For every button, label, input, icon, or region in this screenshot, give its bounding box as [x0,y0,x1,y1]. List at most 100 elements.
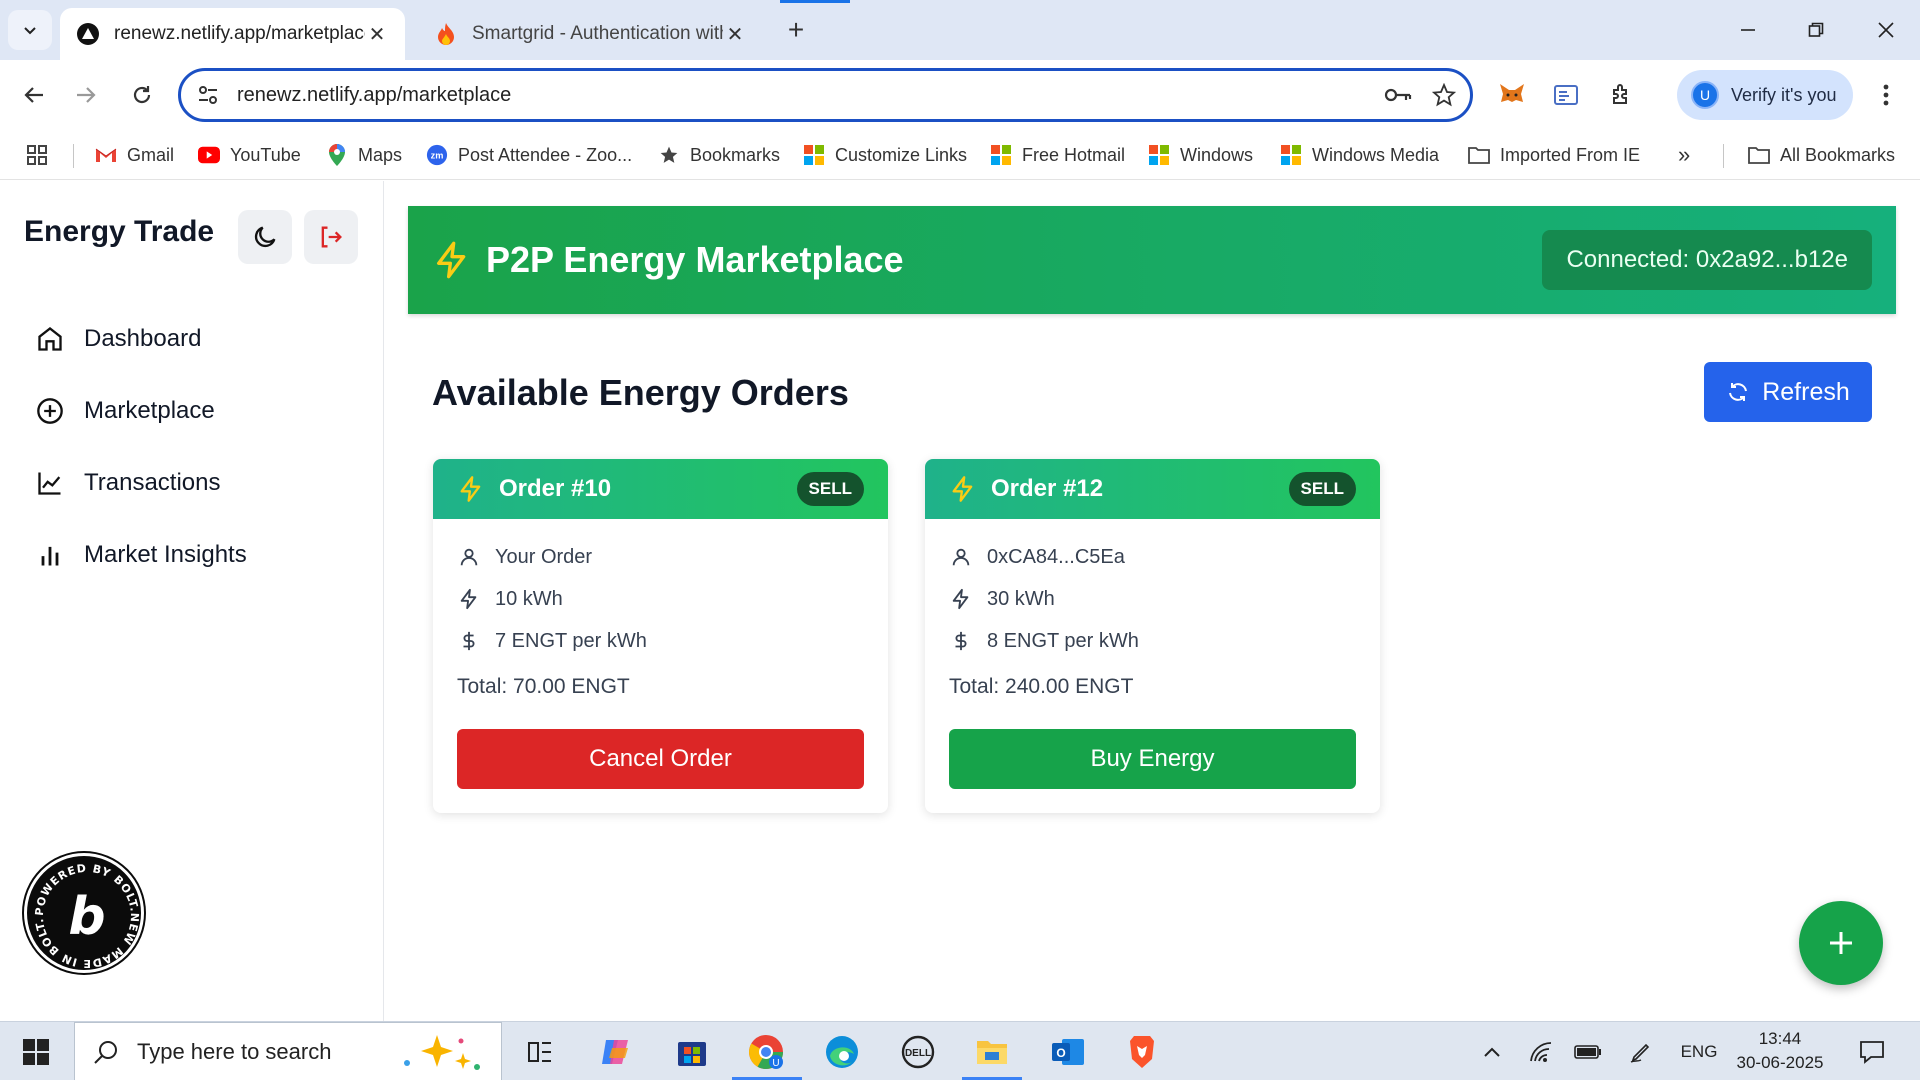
sidebar-item-dashboard[interactable]: Dashboard [34,319,201,359]
tab-smartgrid[interactable]: Smartgrid - Authentication with ✕ [418,8,763,60]
dark-mode-toggle[interactable] [238,210,292,264]
sidebar-item-label: Transactions [84,469,221,496]
apps-button[interactable] [26,142,48,168]
bookmark-windows-media[interactable]: Windows Media [1280,142,1439,168]
restore-button[interactable] [1796,12,1836,48]
create-order-button[interactable] [1799,901,1883,985]
refresh-button[interactable]: Refresh [1704,362,1872,422]
bookmark-maps[interactable]: Maps [326,142,402,168]
clock[interactable]: 13:44 30-06-2025 [1730,1027,1830,1075]
brave-app[interactable] [1120,1030,1164,1074]
bookmark-label: Maps [358,144,403,165]
browser-menu-button[interactable] [1868,75,1904,115]
bookmark-customize-links[interactable]: Customize Links [803,142,967,168]
notifications-button[interactable] [1852,1030,1892,1074]
bookmark-label: Windows Media [1312,144,1440,165]
bookmark-label: Gmail [127,144,175,165]
outlook-app[interactable]: O [1046,1030,1090,1074]
bookmark-youtube[interactable]: YouTube [198,142,301,168]
close-icon[interactable]: ✕ [723,22,747,46]
bolt-badge[interactable]: POWERED BY BOLT.NEW MADE IN BOLT.NEW b [20,846,144,973]
order-title: Order #12 [991,475,1104,502]
close-icon[interactable]: ✕ [365,22,389,46]
refresh-icon [1726,380,1750,404]
site-settings-icon[interactable] [197,84,219,106]
copilot-app[interactable] [594,1030,638,1074]
forward-button[interactable] [66,75,106,115]
new-tab-button[interactable]: + [780,14,812,46]
battery-status[interactable] [1570,1030,1606,1074]
file-explorer-app[interactable] [970,1030,1014,1074]
bookmark-bookmarks[interactable]: Bookmarks [658,142,780,168]
clock-time: 13:44 [1758,1029,1802,1048]
extensions-puzzle-icon[interactable] [1602,75,1642,115]
clock-date: 30-06-2025 [1736,1053,1824,1072]
logout-button[interactable] [304,210,358,264]
bookmark-star-icon[interactable] [1424,75,1464,115]
order-owner: Your Order [457,542,592,572]
bookmark-label: Bookmarks [690,144,781,165]
network-status[interactable] [1524,1030,1558,1074]
bookmark-gmail[interactable]: Gmail [95,142,174,168]
order-amount-text: 30 kWh [987,587,1055,610]
bookmarks-overflow-button[interactable]: » [1678,142,1690,168]
sidebar-item-label: Market Insights [84,541,247,568]
svg-text:U: U [772,1058,779,1069]
profile-verify-button[interactable]: U Verify it's you [1677,70,1853,120]
sidebar-item-transactions[interactable]: Transactions [34,463,221,503]
wallet-connection-badge: Connected: 0x2a92...b12e [1542,230,1872,290]
edge-app[interactable] [820,1030,864,1074]
bookmark-label: All Bookmarks [1780,144,1896,165]
close-window-button[interactable] [1866,12,1906,48]
sidebar-item-marketplace[interactable]: Marketplace [34,391,215,431]
tab-search-button[interactable] [8,10,52,50]
language-indicator[interactable]: ENG [1676,1030,1722,1074]
show-hidden-icons-button[interactable] [1476,1030,1508,1074]
reload-button[interactable] [122,75,162,115]
svg-text:O: O [1056,1046,1065,1060]
metamask-extension-icon[interactable] [1492,75,1532,115]
bookmark-zoom[interactable]: zm Post Attendee - Zoo... [426,142,632,168]
bookmark-windows[interactable]: Windows [1148,142,1253,168]
bookmark-imported-from-ie[interactable]: Imported From IE [1468,142,1640,168]
zap-icon [457,587,481,611]
sidebar-item-market-insights[interactable]: Market Insights [34,535,247,575]
start-button[interactable] [14,1030,58,1074]
reload-icon [133,86,151,104]
address-url[interactable]: renewz.netlify.app/marketplace [237,84,1378,107]
maps-icon [326,144,348,166]
chrome-app[interactable]: U [744,1030,788,1074]
order-price: 8 ENGT per kWh [949,626,1139,656]
svg-text:DELL: DELL [905,1048,931,1059]
windows-icon [1148,144,1170,166]
dell-app[interactable]: DELL [896,1030,940,1074]
bookmark-free-hotmail[interactable]: Free Hotmail [990,142,1125,168]
zap-icon [437,241,466,279]
order-amount: 10 kWh [457,584,563,614]
order-card-header: Order #12 SELL [925,459,1380,519]
microsoft-store-app[interactable] [670,1030,714,1074]
task-view-button[interactable] [518,1030,562,1074]
firebase-favicon-icon [434,22,458,46]
password-key-icon[interactable] [1378,75,1418,115]
minimize-button[interactable] [1728,12,1768,48]
order-total: Total: 70.00 ENGT [457,675,630,698]
order-title: Order #10 [499,475,612,502]
bookmark-all-bookmarks[interactable]: All Bookmarks [1748,142,1895,168]
sidebar-item-label: Dashboard [84,325,202,352]
sparkle-icon [397,1033,487,1079]
tab-marketplace[interactable]: renewz.netlify.app/marketplace ✕ [60,8,405,60]
pen-status[interactable] [1624,1030,1658,1074]
bookmark-separator [1723,144,1724,168]
back-button[interactable] [14,75,54,115]
home-icon [34,323,66,355]
order-type-badge: SELL [796,472,864,506]
bookmark-label: Customize Links [835,144,968,165]
windows-icon [990,144,1012,166]
address-bar[interactable]: renewz.netlify.app/marketplace [178,68,1473,122]
outlook-icon: O [1052,1039,1084,1065]
buy-energy-button[interactable]: Buy Energy [949,729,1356,789]
taskbar-search[interactable]: Type here to search [74,1022,502,1080]
reading-extension-icon[interactable] [1546,75,1586,115]
cancel-order-button[interactable]: Cancel Order [457,729,864,789]
